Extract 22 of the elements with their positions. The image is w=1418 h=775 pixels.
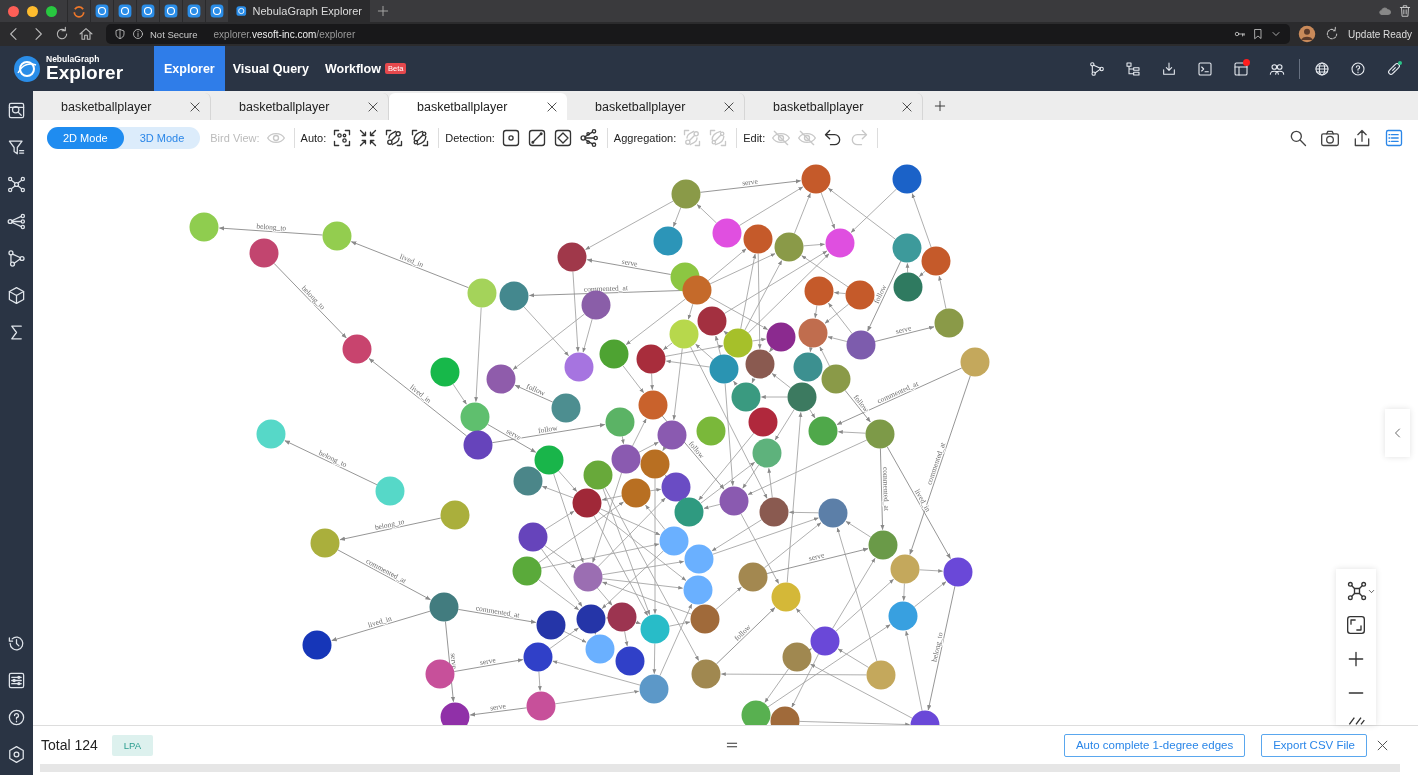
algorithm-tag: LPA: [111, 734, 154, 756]
footer-button[interactable]: Auto complete 1-degree edges: [1063, 733, 1246, 757]
tool-group-label: Edit:: [743, 132, 766, 144]
browser-tab[interactable]: NebulaGraph Explorer: [228, 0, 370, 22]
graph-tab[interactable]: basketballplayer: [389, 93, 567, 120]
nav-tab[interactable]: Explorer: [154, 46, 225, 91]
graph-tab[interactable]: basketballplayer: [33, 93, 211, 120]
address-bar[interactable]: Not Secure explorer.vesoft-inc.com/explorer: [106, 24, 1291, 44]
tool-group-label: Aggregation:: [613, 132, 677, 144]
tool-group-label: Bird View:: [210, 132, 260, 144]
url-text: explorer.vesoft-inc.com/explorer: [213, 28, 356, 40]
logo-product: Explorer: [46, 63, 124, 83]
security-label: Not Secure: [150, 28, 198, 40]
tool-group-label: Auto:: [300, 132, 327, 144]
tool-group-label: Detection:: [445, 132, 495, 144]
footer-button[interactable]: Export CSV File: [1261, 733, 1367, 757]
total-count: Total 124: [41, 737, 98, 753]
nav-tab[interactable]: Visual Query: [224, 46, 317, 91]
graph-tab[interactable]: basketballplayer: [745, 93, 923, 120]
graph-tab[interactable]: basketballplayer: [567, 93, 745, 120]
update-ready-button[interactable]: Update Ready: [1348, 28, 1412, 40]
logo-brand: NebulaGraph: [46, 54, 101, 64]
